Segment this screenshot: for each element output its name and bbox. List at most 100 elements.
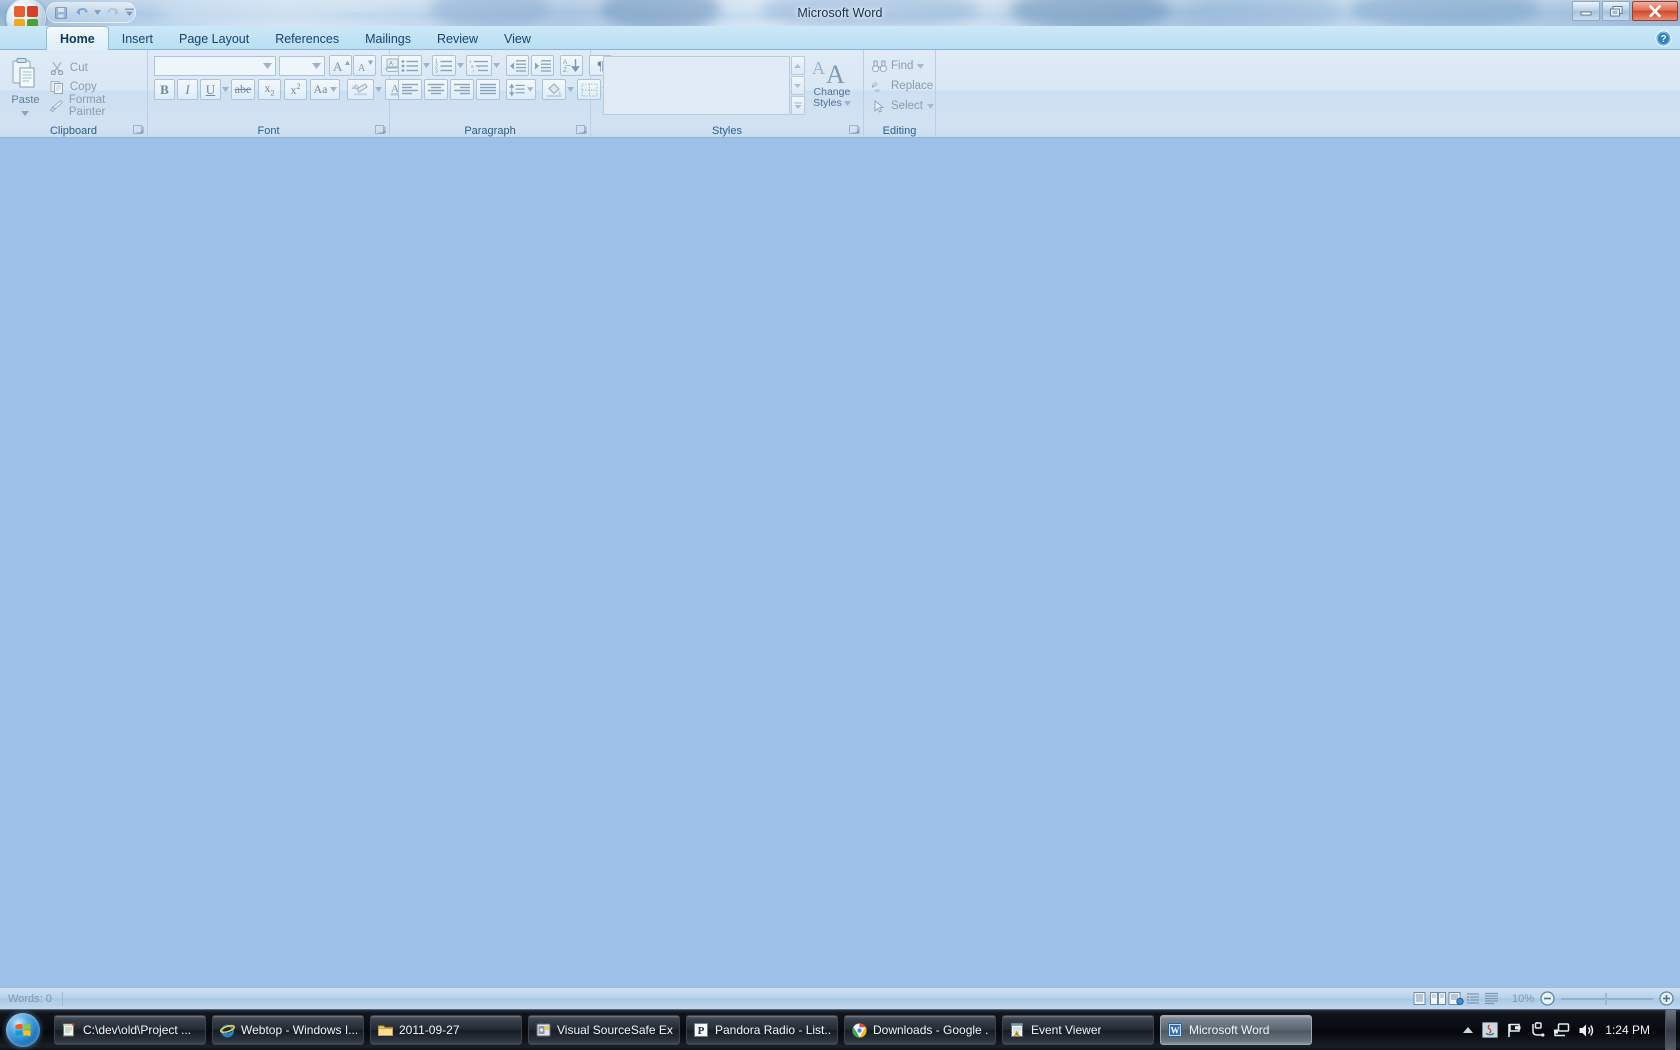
format-painter-button[interactable]: Format Painter bbox=[47, 94, 143, 118]
view-web-layout-button[interactable] bbox=[1447, 991, 1464, 1007]
paste-button[interactable]: Paste bbox=[4, 55, 47, 119]
system-clock[interactable]: 1:24 PM bbox=[1601, 1023, 1658, 1037]
svg-text:A: A bbox=[826, 60, 845, 87]
zoom-level-label[interactable]: 10% bbox=[1506, 993, 1540, 1005]
align-center-button[interactable] bbox=[424, 79, 448, 100]
sort-button[interactable]: AZ bbox=[560, 55, 583, 76]
office-button[interactable] bbox=[6, 0, 46, 26]
zoom-out-button[interactable] bbox=[1540, 991, 1555, 1006]
tab-view[interactable]: View bbox=[491, 27, 544, 50]
customize-qat-icon[interactable] bbox=[124, 4, 135, 22]
taskbar-button-visual-sourcesafe[interactable]: Visual SourceSafe Ex... bbox=[528, 1015, 680, 1045]
justify-button[interactable] bbox=[476, 79, 500, 100]
italic-button[interactable]: I bbox=[177, 79, 198, 100]
styles-scroll-up-button[interactable] bbox=[790, 56, 805, 75]
change-case-button[interactable]: Aa bbox=[310, 79, 340, 100]
highlight-dropdown-icon[interactable] bbox=[375, 79, 382, 100]
font-row-2: B I U abe x2 x2 Aa ab A bbox=[154, 79, 417, 100]
maximize-button[interactable] bbox=[1602, 1, 1630, 21]
zoom-slider[interactable] bbox=[1540, 991, 1674, 1006]
font-dialog-launcher[interactable] bbox=[375, 125, 386, 136]
tab-references[interactable]: References bbox=[262, 27, 352, 50]
tab-home[interactable]: Home bbox=[46, 26, 109, 50]
cut-button[interactable]: Cut bbox=[47, 58, 143, 77]
shading-button[interactable] bbox=[542, 79, 566, 100]
find-button[interactable]: Find bbox=[868, 56, 925, 76]
zoom-slider-track[interactable] bbox=[1561, 992, 1653, 1005]
view-draft-button[interactable] bbox=[1483, 991, 1500, 1007]
view-outline-button[interactable] bbox=[1465, 991, 1482, 1007]
styles-scroll-down-button[interactable] bbox=[790, 76, 805, 95]
styles-more-button[interactable] bbox=[790, 96, 805, 115]
font-size-combo[interactable] bbox=[279, 55, 325, 76]
network-icon[interactable] bbox=[1553, 1022, 1570, 1039]
underline-dropdown-icon[interactable] bbox=[222, 79, 229, 100]
styles-gallery[interactable] bbox=[603, 56, 790, 115]
internet-explorer-icon bbox=[219, 1022, 235, 1038]
show-hidden-icons-button[interactable] bbox=[1461, 1022, 1474, 1039]
document-canvas[interactable] bbox=[0, 138, 1680, 987]
styles-dialog-launcher[interactable] bbox=[849, 125, 860, 136]
font-row-1: A A A bbox=[154, 55, 404, 76]
taskbar-button-pandora[interactable]: P Pandora Radio - List... bbox=[686, 1015, 838, 1045]
tab-review[interactable]: Review bbox=[424, 27, 491, 50]
zoom-slider-thumb[interactable] bbox=[1605, 992, 1607, 1005]
clipboard-dialog-launcher[interactable] bbox=[133, 125, 144, 136]
underline-button[interactable]: U bbox=[200, 79, 221, 100]
minimize-button[interactable] bbox=[1572, 1, 1600, 21]
taskbar-button-microsoft-word[interactable]: W Microsoft Word bbox=[1160, 1015, 1312, 1045]
save-icon[interactable] bbox=[52, 4, 71, 22]
undo-dropdown-icon[interactable] bbox=[93, 4, 101, 22]
close-button[interactable] bbox=[1632, 1, 1678, 21]
multilevel-dropdown-icon[interactable] bbox=[493, 55, 500, 76]
undo-icon[interactable] bbox=[73, 4, 92, 22]
taskbar-button-notepad[interactable]: C:\dev\old\Project ... bbox=[54, 1015, 206, 1045]
word-count[interactable]: Words: 0 bbox=[0, 993, 62, 1005]
grow-font-button[interactable]: A bbox=[329, 55, 352, 76]
line-spacing-button[interactable] bbox=[506, 79, 536, 100]
strikethrough-button[interactable]: abe bbox=[231, 79, 255, 100]
numbering-button[interactable]: 123 bbox=[432, 55, 456, 76]
text-highlight-button[interactable]: ab bbox=[347, 79, 374, 100]
paragraph-row-1: 123 1ai A Z ¶ bbox=[398, 55, 612, 76]
shading-dropdown-icon[interactable] bbox=[567, 79, 574, 100]
bullets-button[interactable] bbox=[398, 55, 422, 76]
bullets-dropdown-icon[interactable] bbox=[423, 55, 430, 76]
align-right-button[interactable] bbox=[450, 79, 474, 100]
redo-icon[interactable] bbox=[103, 4, 122, 22]
paragraph-dialog-launcher[interactable] bbox=[576, 125, 587, 136]
decrease-indent-button[interactable] bbox=[506, 55, 529, 76]
replace-button[interactable]: ab ac Replace bbox=[868, 76, 933, 96]
view-print-layout-button[interactable] bbox=[1411, 991, 1428, 1007]
safely-remove-hardware-icon[interactable] bbox=[1529, 1022, 1546, 1039]
font-name-combo[interactable] bbox=[154, 55, 276, 76]
taskbar-button-chrome[interactable]: Downloads - Google ... bbox=[844, 1015, 996, 1045]
superscript-button[interactable]: x2 bbox=[284, 79, 307, 100]
start-button[interactable] bbox=[2, 1011, 44, 1049]
shrink-font-button[interactable]: A bbox=[353, 55, 376, 76]
flag-action-center-icon[interactable] bbox=[1505, 1022, 1522, 1039]
help-icon[interactable]: ? bbox=[1655, 30, 1672, 47]
change-styles-button[interactable]: A A Change Styles bbox=[805, 56, 859, 109]
taskbar-button-internet-explorer[interactable]: Webtop - Windows I... bbox=[212, 1015, 364, 1045]
tab-page-layout[interactable]: Page Layout bbox=[166, 27, 262, 50]
subscript-button[interactable]: x2 bbox=[258, 79, 281, 100]
select-button[interactable]: Select bbox=[868, 96, 934, 116]
numbering-dropdown-icon[interactable] bbox=[457, 55, 464, 76]
taskbar-button-event-viewer[interactable]: Event Viewer bbox=[1002, 1015, 1154, 1045]
pandora-icon: P bbox=[693, 1022, 709, 1038]
group-label-font: Font bbox=[257, 125, 280, 137]
java-icon[interactable] bbox=[1481, 1022, 1498, 1039]
tab-mailings[interactable]: Mailings bbox=[352, 27, 424, 50]
zoom-in-button[interactable] bbox=[1659, 991, 1674, 1006]
increase-indent-button[interactable] bbox=[531, 55, 554, 76]
view-full-screen-reading-button[interactable] bbox=[1429, 991, 1446, 1007]
taskbar-button-folder[interactable]: 2011-09-27 bbox=[370, 1015, 522, 1045]
volume-icon[interactable] bbox=[1577, 1022, 1594, 1039]
tab-insert[interactable]: Insert bbox=[109, 27, 166, 50]
multilevel-list-button[interactable]: 1ai bbox=[466, 55, 492, 76]
bold-button[interactable]: B bbox=[154, 79, 175, 100]
align-left-button[interactable] bbox=[398, 79, 422, 100]
show-desktop-button[interactable] bbox=[1665, 1009, 1676, 1050]
paste-dropdown-icon[interactable] bbox=[21, 105, 30, 119]
